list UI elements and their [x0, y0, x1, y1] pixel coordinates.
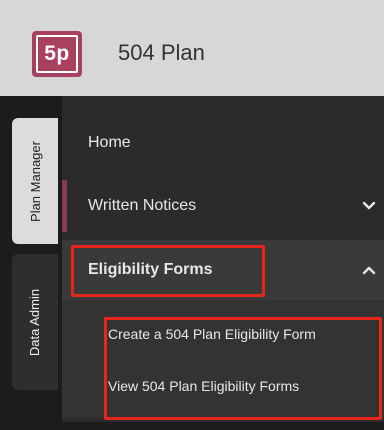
chevron-up-icon[interactable] — [362, 263, 376, 277]
highlight-box-eligibility-forms — [71, 245, 265, 297]
highlight-box-submenu — [104, 317, 382, 420]
menu-item-written-notices[interactable]: Written Notices — [62, 180, 384, 232]
tab-plan-manager[interactable]: Plan Manager — [12, 118, 58, 244]
menu-bottom-edge — [62, 422, 384, 430]
tab-data-admin[interactable]: Data Admin — [12, 254, 58, 390]
menu-item-written-notices-label: Written Notices — [88, 197, 197, 214]
active-accent-bar — [62, 180, 67, 232]
app-logo[interactable]: 5p — [32, 31, 82, 77]
app-title: 504 Plan — [118, 40, 205, 65]
menu-item-home[interactable]: Home — [62, 118, 384, 168]
logo-border: 5p — [36, 35, 78, 73]
logo-text: 5p — [44, 42, 70, 65]
tab-plan-manager-label: Plan Manager — [27, 140, 43, 222]
tab-data-admin-label: Data Admin — [27, 288, 43, 356]
app-header: 5p 504 Plan — [0, 0, 384, 96]
menu-item-home-label: Home — [88, 134, 131, 151]
side-rail: Plan Manager Data Admin — [0, 96, 62, 430]
chevron-down-icon[interactable] — [362, 199, 376, 213]
